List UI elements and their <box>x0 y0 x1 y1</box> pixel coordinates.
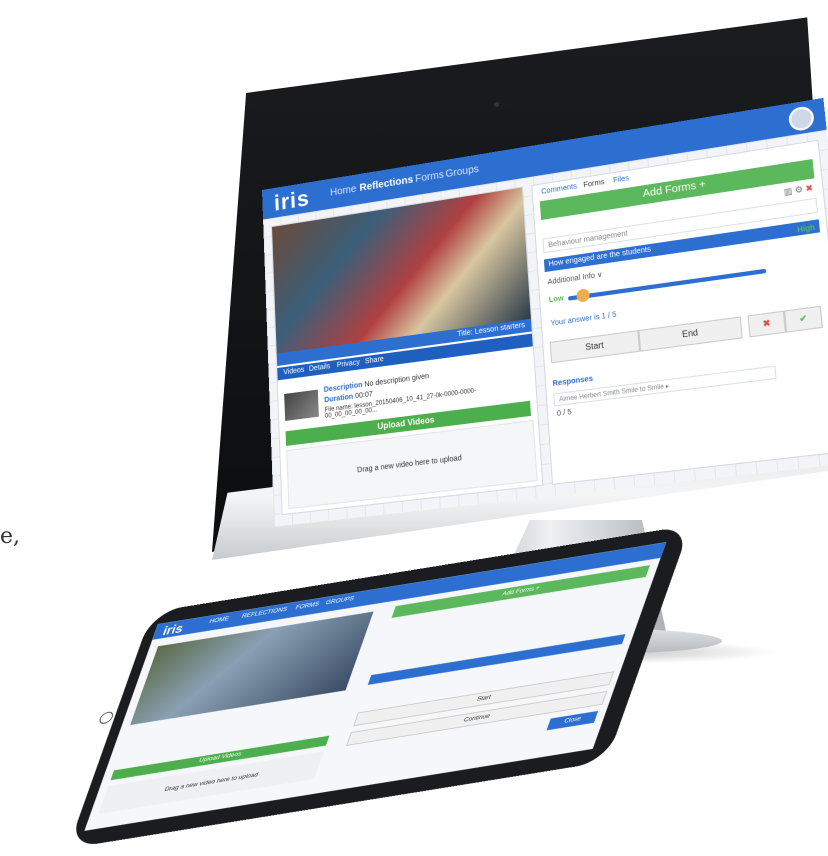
duration-value: 00:07 <box>354 390 373 401</box>
duration-label: Duration <box>324 393 354 405</box>
confirm-icon[interactable]: ✔ <box>783 305 824 333</box>
nav-reflections[interactable]: Reflections <box>359 174 413 194</box>
description-value: No description given <box>364 372 430 389</box>
close-icon[interactable]: ✖ <box>805 183 814 194</box>
start-button[interactable]: Start <box>549 330 641 364</box>
tab-details[interactable]: Details <box>309 363 331 373</box>
ipad-nav-groups[interactable]: GROUPS <box>325 596 355 606</box>
tab-share[interactable]: Share <box>365 356 384 366</box>
slider-handle[interactable] <box>576 288 590 303</box>
imac-screen: iris Home Reflections Forms Groups Title… <box>262 97 828 527</box>
response-count: 0 / 5 <box>556 408 572 419</box>
ipad-nav-home[interactable]: HOME <box>208 616 229 625</box>
ipad-nav-reflections[interactable]: REFLECTIONS <box>241 607 288 620</box>
timer-buttons: Start End ✖ ✔ <box>549 305 824 364</box>
forms-panel: Comments Forms Files Add Forms + ▥ ⚙ ✖ B… <box>531 139 828 485</box>
settings-icon[interactable]: ⚙ <box>794 184 803 195</box>
video-panel: Title: Lesson starters Videos Details Pr… <box>271 186 544 516</box>
product-mockup: e, iris Home Reflections Forms Groups Ti… <box>0 0 828 856</box>
video-thumbnail[interactable] <box>284 389 319 421</box>
iris-logo[interactable]: iris <box>161 622 185 639</box>
cancel-icon[interactable]: ✖ <box>747 310 787 338</box>
tab-forms[interactable]: Forms <box>583 179 605 190</box>
chart-icon[interactable]: ▥ <box>783 186 793 197</box>
ipad-nav-forms[interactable]: FORMS <box>294 602 319 612</box>
end-button[interactable]: End <box>638 316 743 352</box>
additional-info-toggle[interactable]: Additional Info ∨ <box>547 270 602 286</box>
responses-heading: Responses <box>552 375 594 389</box>
low-label: Low <box>548 294 565 305</box>
answer-text: Your answer is 1 / 5 <box>550 311 617 328</box>
ipad-close-button[interactable]: Close <box>546 710 599 731</box>
tab-comments[interactable]: Comments <box>541 183 577 196</box>
nav-forms[interactable]: Forms <box>415 169 444 185</box>
toolbar-icons: ▥ ⚙ ✖ <box>783 183 813 197</box>
tab-videos[interactable]: Videos <box>283 366 304 376</box>
avatar[interactable] <box>787 105 815 133</box>
nav-home[interactable]: Home <box>330 184 357 199</box>
response-row[interactable]: Aimee Herbert Smith Smile to Smile ▸ <box>553 365 777 407</box>
nav-groups[interactable]: Groups <box>445 164 479 181</box>
tab-privacy[interactable]: Privacy <box>337 359 360 369</box>
tab-files[interactable]: Files <box>613 175 629 185</box>
